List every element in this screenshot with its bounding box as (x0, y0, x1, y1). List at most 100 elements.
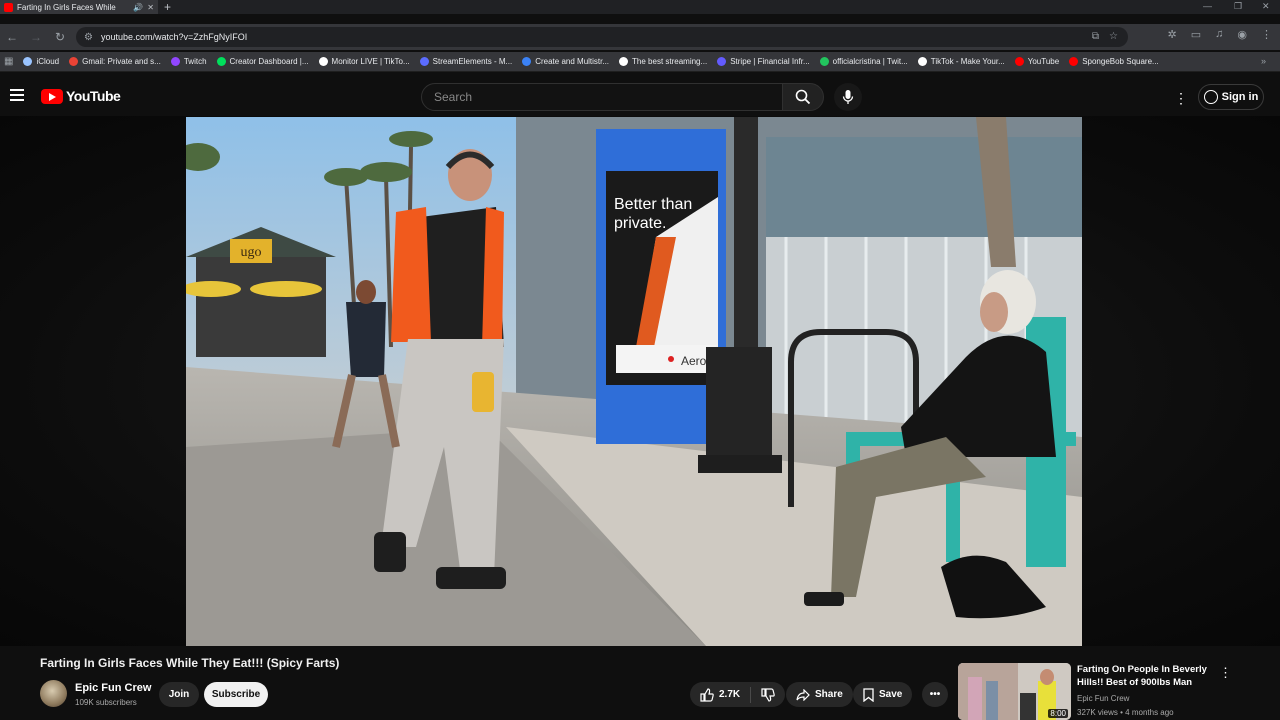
logo-wordmark: YouTube (66, 88, 121, 104)
close-tab-icon[interactable]: ✕ (147, 3, 154, 12)
bookmark-item[interactable]: YouTube (1014, 57, 1059, 66)
browser-tab[interactable]: Farting In Girls Faces While 🔊 ✕ (0, 0, 158, 14)
search-icon (795, 89, 811, 105)
bookmark-item[interactable]: TikTok - Make Your... (917, 57, 1005, 66)
bookmark-favicon-icon (419, 57, 429, 66)
channel-avatar[interactable] (40, 680, 67, 707)
sign-in-button[interactable]: Sign in (1198, 84, 1264, 110)
thumbs-up-icon (700, 687, 714, 702)
search-input[interactable] (421, 83, 783, 111)
save-button[interactable]: Save (853, 682, 913, 707)
bookmark-item[interactable]: Gmail: Private and s... (69, 57, 161, 66)
bookmark-item[interactable]: Monitor LIVE | TikTo... (318, 57, 410, 66)
apps-grid-icon[interactable]: ▦ (4, 56, 13, 67)
bookmark-item[interactable]: Create and Multistr... (522, 57, 609, 66)
bookmark-label: Creator Dashboard |... (229, 57, 309, 66)
bookmark-item[interactable]: Creator Dashboard |... (216, 57, 309, 66)
subscribe-button[interactable]: Subscribe (204, 682, 268, 707)
restore-icon[interactable]: ❐ (1234, 1, 1242, 12)
bookmark-label: The best streaming... (632, 57, 708, 66)
recommended-title[interactable]: Farting On People In Beverly Hills!! Bes… (1077, 663, 1217, 689)
reload-icon[interactable]: ↻ (48, 30, 72, 44)
recommended-video[interactable]: 8:00 Farting On People In Beverly Hills!… (958, 663, 1280, 720)
bookmark-label: Monitor LIVE | TikTo... (331, 57, 410, 66)
cast-icon[interactable]: ▭ (1191, 28, 1201, 41)
thumbs-down-icon (761, 687, 775, 702)
browser-tab-strip: Farting In Girls Faces While 🔊 ✕ + — ❐ ✕ (0, 0, 1280, 14)
bookmark-icon (863, 687, 874, 702)
bookmark-item[interactable]: The best streaming... (619, 57, 707, 66)
bookmark-label: SpongeBob Square... (1082, 57, 1159, 66)
bookmark-label: TikTok - Make Your... (930, 57, 1005, 66)
channel-name[interactable]: Epic Fun Crew (75, 682, 151, 694)
profile-icon[interactable]: ◉ (1237, 28, 1247, 41)
media-control-icon[interactable]: ♫ (1215, 28, 1223, 41)
video-player[interactable]: ugo Better than private. Aero (186, 117, 1082, 646)
site-info-icon[interactable]: ⚙ (84, 32, 93, 43)
browser-toolbar: ← → ↻ ⚙ youtube.com/watch?v=ZzhFgNyIFOI … (0, 24, 1280, 50)
share-button[interactable]: Share (786, 682, 853, 707)
bookmarks-overflow-icon[interactable]: » (1261, 56, 1266, 66)
dislike-button[interactable] (751, 682, 785, 707)
recommended-meta: 327K views • 4 months ago (1077, 708, 1174, 717)
bookmark-star-icon[interactable]: ☆ (1109, 31, 1118, 42)
bookmark-favicon-icon (318, 57, 328, 66)
settings-menu-icon[interactable]: ⋮ (1174, 90, 1188, 107)
like-button[interactable]: 2.7K (690, 682, 750, 707)
install-app-icon[interactable]: ⧉ (1092, 31, 1099, 42)
bookmark-favicon-icon (1014, 57, 1024, 66)
video-frame-scene: ugo Better than private. Aero (186, 117, 1082, 646)
recommended-channel[interactable]: Epic Fun Crew (1077, 694, 1129, 703)
bookmark-item[interactable]: officialcristina | Twit... (819, 57, 908, 66)
close-window-icon[interactable]: ✕ (1262, 1, 1270, 12)
microphone-icon (842, 90, 854, 104)
hamburger-menu-icon[interactable] (10, 89, 24, 101)
share-label: Share (815, 689, 843, 700)
youtube-logo[interactable]: YouTube (41, 88, 121, 104)
bookmark-favicon-icon (170, 57, 180, 66)
bookmark-item[interactable]: Stripe | Financial Infr... (717, 57, 810, 66)
bookmark-label: iCloud (36, 57, 60, 66)
like-count: 2.7K (719, 689, 741, 700)
more-horizontal-icon: ••• (929, 689, 941, 700)
bookmark-item[interactable]: iCloud (23, 57, 59, 66)
recommendation-menu-icon[interactable]: ⋮ (1219, 665, 1232, 681)
bookmark-label: Twitch (183, 57, 207, 66)
poster-line2: private. (614, 215, 666, 232)
speaker-icon[interactable]: 🔊 (133, 3, 143, 12)
video-duration: 8:00 (1048, 709, 1068, 718)
poster-brand: Aero (681, 354, 707, 368)
recommended-thumbnail[interactable]: 8:00 (958, 663, 1071, 720)
bookmark-favicon-icon (917, 57, 927, 66)
minimize-icon[interactable]: — (1203, 1, 1212, 11)
url-text: youtube.com/watch?v=ZzhFgNyIFOI (100, 32, 248, 42)
bookmark-favicon-icon (819, 57, 829, 66)
bookmark-item[interactable]: SpongeBob Square... (1069, 57, 1159, 66)
new-tab-button[interactable]: + (164, 0, 171, 14)
bookmarks-bar: ▦ iCloud Gmail: Private and s... Twitch … (0, 52, 1280, 72)
forward-icon[interactable]: → (24, 30, 48, 44)
browser-menu-icon[interactable]: ⋮ (1261, 28, 1272, 41)
like-dislike-group: 2.7K (690, 682, 786, 707)
bookmark-item[interactable]: Twitch (170, 57, 207, 66)
bookmark-favicon-icon (1069, 57, 1079, 66)
more-actions-button[interactable]: ••• (922, 682, 948, 707)
address-bar[interactable]: ⚙ youtube.com/watch?v=ZzhFgNyIFOI ⧉ ☆ (76, 27, 1128, 47)
search-button[interactable] (782, 83, 824, 111)
back-icon[interactable]: ← (0, 30, 24, 44)
save-label: Save (879, 689, 903, 700)
poster-line1: Better than (614, 196, 692, 213)
bookmark-item[interactable]: StreamElements - M... (419, 57, 512, 66)
youtube-favicon-icon (4, 2, 13, 12)
tab-title: Farting In Girls Faces While (17, 2, 116, 12)
bookmark-favicon-icon (216, 57, 226, 66)
bookmark-label: Stripe | Financial Infr... (730, 57, 810, 66)
kiosk-sign: ugo (241, 245, 262, 260)
youtube-play-icon (41, 88, 63, 104)
bookmark-favicon-icon (69, 57, 79, 66)
bookmark-label: Gmail: Private and s... (82, 57, 161, 66)
share-arrow-icon (796, 688, 810, 701)
voice-search-button[interactable] (834, 83, 862, 111)
extensions-icon[interactable]: ✲ (1168, 28, 1177, 41)
join-button[interactable]: Join (159, 682, 199, 707)
